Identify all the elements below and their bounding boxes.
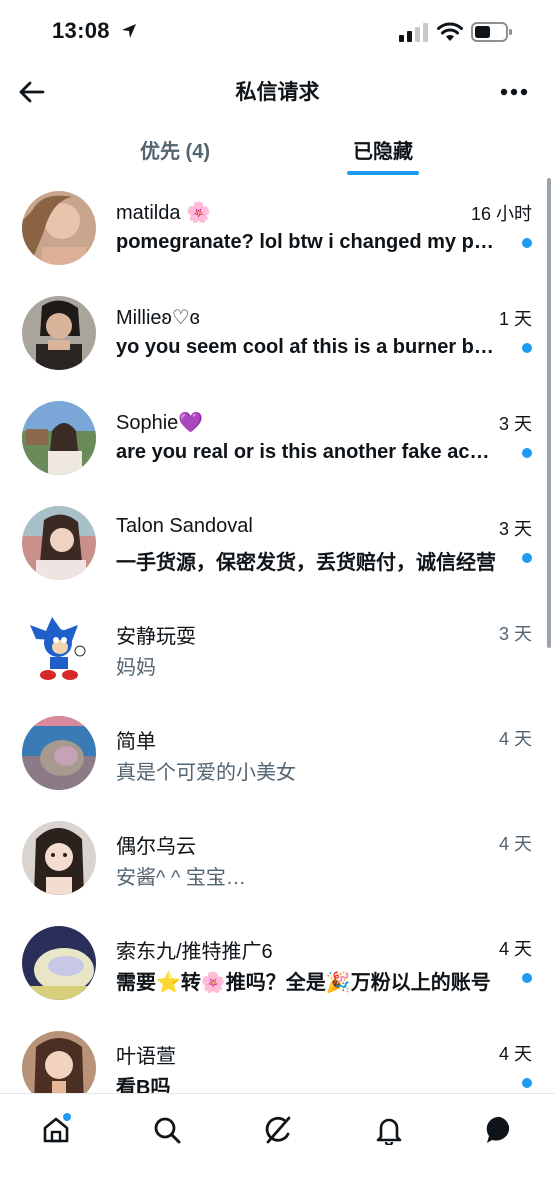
message-time: 3 天 — [498, 624, 532, 644]
conversation-row[interactable]: 叶语萱 4 天 看B吗 — [0, 1016, 548, 1094]
avatar — [22, 296, 96, 370]
nav-grok-button[interactable] — [256, 1110, 300, 1150]
message-time: 4 天 — [498, 834, 532, 854]
avatar — [22, 191, 96, 265]
sender-name: Millieʚ♡ɞ — [116, 307, 200, 329]
tab-priority[interactable]: 优先 (4) — [90, 122, 260, 176]
conversation-row[interactable]: Sophie💜 3 天 are you real or is this anot… — [0, 386, 548, 491]
unread-dot — [522, 238, 532, 248]
avatar — [22, 401, 96, 475]
avatar — [22, 821, 96, 895]
avatar — [22, 611, 96, 685]
more-options-button[interactable] — [494, 74, 534, 110]
location-arrow-icon — [122, 24, 136, 38]
messages-icon — [486, 1116, 510, 1143]
message-preview: 真是个可爱的小美女 — [116, 762, 296, 784]
message-time: 4 天 — [498, 1044, 532, 1064]
header: 私信请求 — [0, 66, 555, 116]
sender-name: Sophie💜 — [116, 412, 204, 434]
conversation-row[interactable]: 索东九/推特推广6 4 天 需要⭐转🌸推吗？全是🎉万粉以上的账号 — [0, 911, 548, 1016]
conversation-row[interactable]: Millieʚ♡ɞ 1 天 yo you seem cool af this i… — [0, 281, 548, 386]
unread-dot — [522, 553, 532, 563]
sender-name: Talon Sandoval — [116, 515, 253, 537]
message-time: 4 天 — [498, 729, 532, 749]
sender-name: 叶语萱 — [116, 1046, 176, 1068]
nav-messages-button[interactable] — [478, 1110, 522, 1150]
page-title: 私信请求 — [235, 81, 320, 104]
avatar — [22, 926, 96, 1000]
message-time: 1 天 — [498, 309, 532, 329]
more-dots-icon — [500, 88, 528, 96]
message-preview: pomegranate? lol btw i changed my passwo… — [116, 231, 496, 253]
avatar — [22, 716, 96, 790]
conversation-row[interactable]: 简单 4 天 真是个可爱的小美女 — [0, 701, 548, 806]
conversation-row[interactable]: 偶尔乌云 4 天 安酱^ ^ 宝宝… — [0, 806, 548, 911]
sender-name: 偶尔乌云 — [116, 836, 196, 858]
bell-icon — [376, 1118, 402, 1145]
bottom-nav — [0, 1093, 555, 1201]
unread-dot — [522, 1078, 532, 1088]
status-time: 13:08 — [52, 18, 110, 43]
status-bar: 13:08 — [0, 0, 555, 66]
message-preview: are you real or is this another fake acc… — [116, 441, 496, 463]
conversation-row[interactable]: Talon Sandoval 3 天 一手货源，保密发货，丢货赔付，诚信经营 — [0, 491, 548, 596]
unread-dot — [522, 973, 532, 983]
cellular-signal-icon — [399, 23, 428, 42]
sender-name: matilda 🌸 — [116, 202, 211, 224]
message-preview: yo you seem cool af this is a burner but… — [116, 336, 496, 358]
sender-name: 安静玩耍 — [116, 626, 196, 648]
conversation-row[interactable]: 安静玩耍 3 天 妈妈 — [0, 596, 548, 701]
avatar — [22, 1031, 96, 1094]
nav-home-button[interactable] — [34, 1110, 78, 1150]
notification-badge — [62, 1112, 72, 1122]
message-time: 3 天 — [498, 519, 532, 539]
avatar — [22, 506, 96, 580]
message-time: 4 天 — [498, 939, 532, 959]
tab-hidden[interactable]: 已隐藏 — [298, 122, 468, 176]
message-preview: 看B吗 — [116, 1077, 171, 1094]
message-preview: 一手货源，保密发货，丢货赔付，诚信经营 — [116, 552, 496, 574]
wifi-icon — [437, 22, 463, 41]
conversation-row[interactable]: matilda 🌸 16 小时 pomegranate? lol btw i c… — [0, 176, 548, 281]
unread-dot — [522, 343, 532, 353]
unread-dot — [522, 448, 532, 458]
message-preview: 安酱^ ^ 宝宝… — [116, 867, 246, 889]
sender-name: 简单 — [116, 731, 156, 753]
message-time: 16 小时 — [470, 204, 532, 224]
battery-icon — [471, 22, 512, 42]
grok-icon — [265, 1116, 291, 1144]
message-preview: 需要⭐转🌸推吗？全是🎉万粉以上的账号 — [116, 972, 491, 994]
message-time: 3 天 — [498, 414, 532, 434]
tab-bar: 优先 (4) 已隐藏 — [0, 122, 555, 176]
message-preview: 妈妈 — [116, 657, 156, 679]
scrollbar[interactable] — [547, 178, 551, 648]
message-request-list: matilda 🌸 16 小时 pomegranate? lol btw i c… — [0, 176, 555, 1094]
search-icon — [154, 1117, 181, 1144]
sender-name: 索东九/推特推广6 — [116, 941, 273, 963]
active-tab-indicator — [347, 171, 419, 175]
nav-search-button[interactable] — [145, 1110, 189, 1150]
nav-notifications-button[interactable] — [367, 1110, 411, 1150]
